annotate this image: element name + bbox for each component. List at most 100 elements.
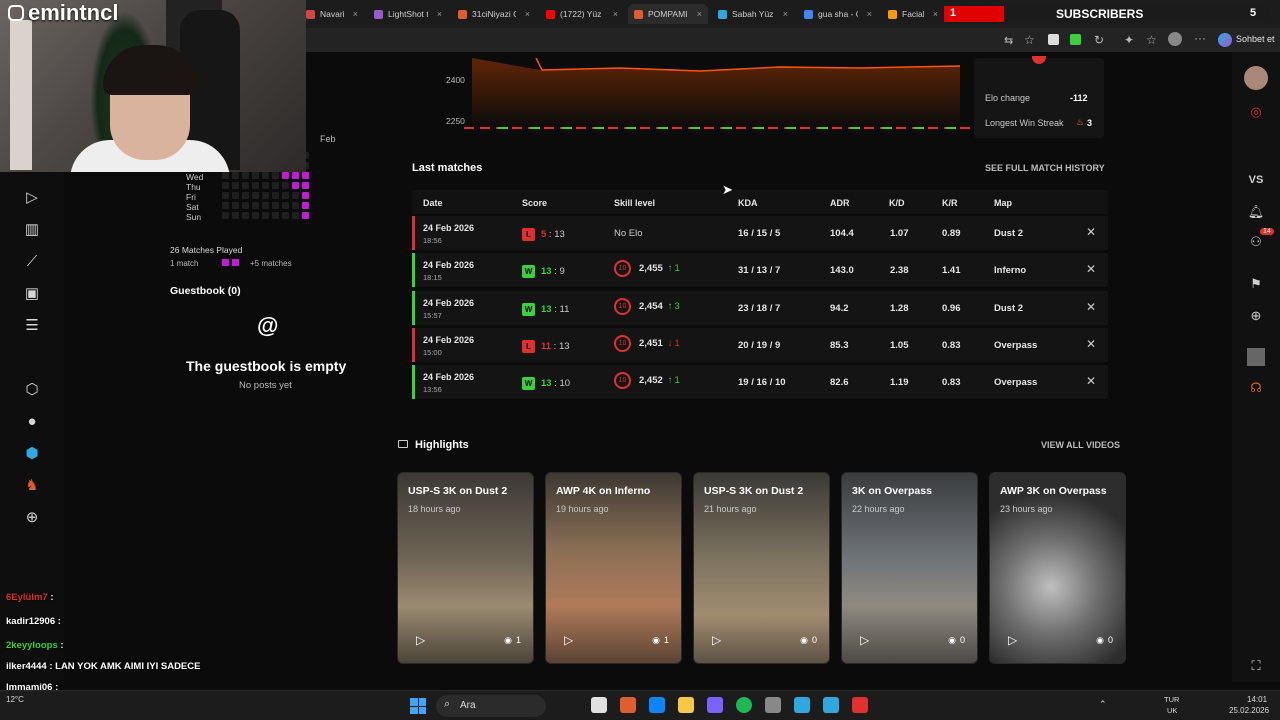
- lang-bottom[interactable]: UK: [1167, 706, 1177, 715]
- play-icon[interactable]: ▷: [712, 633, 721, 647]
- highlight-card[interactable]: 3K on Overpass 22 hours ago ▷ ◉ 0: [841, 472, 978, 664]
- add-icon[interactable]: ⊕: [22, 508, 42, 528]
- user-avatar[interactable]: [1244, 66, 1268, 90]
- match-row[interactable]: 24 Feb 2026 15:00 L 11 : 13 10 2,451 ↓ 1 20 / 19…: [412, 327, 1108, 362]
- lang-top[interactable]: TUR: [1164, 695, 1179, 704]
- refresh-extension-icon[interactable]: ↻: [1094, 33, 1104, 47]
- tab-close-icon[interactable]: ×: [437, 9, 442, 19]
- browser-tab[interactable]: POMPAMIN ×: [628, 4, 708, 24]
- weather-temp[interactable]: 12°C: [6, 695, 24, 704]
- extension-icon[interactable]: [1070, 34, 1081, 45]
- streak-value: 3: [1087, 118, 1093, 128]
- profile-avatar[interactable]: [1168, 32, 1182, 46]
- browser-tab[interactable]: Sabah Yüz Ş ×: [712, 4, 794, 24]
- browser-tab[interactable]: LightShot ta ×: [368, 4, 448, 24]
- team-logo-icon[interactable]: ♞: [22, 476, 42, 496]
- view-all-videos-link[interactable]: VIEW ALL VIDEOS: [1041, 440, 1120, 450]
- play-icon[interactable]: ▷: [860, 633, 869, 647]
- heatmap-cell: [292, 212, 299, 219]
- file-explorer-icon[interactable]: [678, 697, 694, 713]
- highlight-card[interactable]: USP-S 3K on Dust 2 18 hours ago ▷ ◉ 1: [397, 472, 534, 664]
- tab-close-icon[interactable]: ×: [613, 9, 618, 19]
- favorites-icon[interactable]: ☆: [1146, 33, 1157, 47]
- play-icon[interactable]: ▷: [416, 633, 425, 647]
- match-row[interactable]: 24 Feb 2026 18:15 W 13 : 9 10 2,455 ↑ 1 31 / 13 …: [412, 253, 1108, 288]
- vs-label[interactable]: VS: [1246, 170, 1266, 190]
- app-icon[interactable]: [620, 697, 636, 713]
- list-icon[interactable]: ☰: [22, 316, 42, 336]
- adr: 143.0: [830, 265, 854, 277]
- bookmark-star-icon[interactable]: ☆: [1024, 33, 1035, 47]
- tab-close-icon[interactable]: ×: [525, 9, 530, 19]
- tab-close-icon[interactable]: ×: [697, 9, 702, 19]
- extension-icon[interactable]: [1048, 34, 1059, 45]
- browser-tab[interactable]: Navaris Set c ×: [300, 4, 364, 24]
- play-icon[interactable]: ▷: [564, 633, 573, 647]
- translate-icon[interactable]: ⇆: [1004, 34, 1013, 47]
- score-opponent: 11: [559, 303, 570, 315]
- tab-close-icon[interactable]: ×: [933, 9, 938, 19]
- result-badge: W: [522, 265, 535, 279]
- extensions-puzzle-icon[interactable]: ✦: [1124, 33, 1134, 47]
- spotify-icon[interactable]: [736, 697, 752, 713]
- match-row[interactable]: 24 Feb 2026 18:56 L 5 : 13 No Elo 16 / 15 / 5…: [412, 216, 1108, 250]
- steam-icon[interactable]: [794, 697, 810, 713]
- play-icon[interactable]: ▷: [1008, 633, 1017, 647]
- browser-tab[interactable]: 31ciNiyazi C ×: [452, 4, 536, 24]
- browser-tab[interactable]: (1722) Yüz M ×: [540, 4, 624, 24]
- highlight-title: 3K on Overpass: [852, 485, 932, 497]
- highlight-card[interactable]: AWP 3K on Overpass 23 hours ago ▷ ◉ 0: [989, 472, 1126, 664]
- crosshair-icon[interactable]: ✕: [1086, 374, 1096, 388]
- club-badge-icon[interactable]: ⬢: [22, 444, 42, 464]
- brave-icon[interactable]: [852, 697, 868, 713]
- chat-button[interactable]: Sohbet et: [1236, 34, 1275, 44]
- windows-start-icon[interactable]: [410, 698, 426, 714]
- tab-close-icon[interactable]: ×: [867, 9, 872, 19]
- match-score: W 13 : 10: [522, 377, 570, 391]
- tab-close-icon[interactable]: ×: [353, 9, 358, 19]
- clock-time[interactable]: 14:01: [1247, 695, 1267, 704]
- add-friend-icon[interactable]: ⊕: [1246, 306, 1266, 326]
- video-camera-icon[interactable]: ▣: [22, 284, 42, 304]
- leaderboard-icon[interactable]: ▥: [22, 220, 42, 240]
- friend-avatar[interactable]: [1247, 348, 1265, 366]
- heatmap-cell: [282, 172, 289, 179]
- discord-icon[interactable]: [707, 697, 723, 713]
- tab-favicon-icon: [888, 9, 897, 19]
- full-history-link[interactable]: SEE FULL MATCH HISTORY: [985, 163, 1105, 173]
- chat-separator: :: [55, 616, 61, 627]
- matches-played: 26 Matches Played: [170, 245, 243, 255]
- copilot-icon[interactable]: [1218, 33, 1232, 47]
- menu-dots-icon[interactable]: ···: [1194, 31, 1206, 45]
- clock-date[interactable]: 25.02.2026: [1229, 706, 1269, 715]
- party-icon[interactable]: ⚑: [1246, 274, 1266, 294]
- play-icon[interactable]: ▷: [22, 188, 42, 208]
- browser-icon[interactable]: [823, 697, 839, 713]
- level-icon[interactable]: ◎: [1246, 102, 1266, 122]
- bell-icon[interactable]: 🔔︎: [1246, 202, 1266, 222]
- tray-chevron-icon[interactable]: ⌃: [1099, 699, 1107, 710]
- task-view-icon[interactable]: [591, 697, 607, 713]
- browser-tab[interactable]: Facial Ice R ×: [882, 4, 944, 24]
- crosshair-icon[interactable]: ✕: [1086, 262, 1096, 276]
- settings-icon[interactable]: [765, 697, 781, 713]
- browser-tab[interactable]: gua sha - Go ×: [798, 4, 878, 24]
- taskbar-search[interactable]: ⌕ Ara: [436, 695, 546, 717]
- match-row[interactable]: 24 Feb 2026 13:56 W 13 : 10 10 2,452 ↑ 1 19 / 16…: [412, 365, 1108, 400]
- highlight-card[interactable]: USP-S 3K on Dust 2 21 hours ago ▷ ◉ 0: [693, 472, 830, 664]
- shield-icon[interactable]: ⬡: [22, 380, 42, 400]
- chat-icon[interactable]: ⛶: [1246, 656, 1266, 676]
- crosshair-icon[interactable]: ✕: [1086, 300, 1096, 314]
- crosshair-icon[interactable]: ✕: [1086, 337, 1096, 351]
- stats-chart-icon[interactable]: ⟋: [22, 252, 42, 272]
- heatmap-cell: [302, 192, 309, 199]
- headset-icon[interactable]: ☊: [1246, 378, 1266, 398]
- club-avatar-icon[interactable]: ●: [22, 412, 42, 432]
- highlight-card[interactable]: AWP 4K on Inferno 19 hours ago ▷ ◉ 1: [545, 472, 682, 664]
- match-row[interactable]: 24 Feb 2026 15:57 W 13 : 11 10 2,454 ↑ 3 23 / 18…: [412, 290, 1108, 325]
- edge-icon[interactable]: [649, 697, 665, 713]
- arrow-up-icon: ↑: [667, 375, 673, 387]
- tab-close-icon[interactable]: ×: [783, 9, 788, 19]
- friends-icon[interactable]: ⚇: [1246, 232, 1266, 252]
- crosshair-icon[interactable]: ✕: [1086, 225, 1096, 239]
